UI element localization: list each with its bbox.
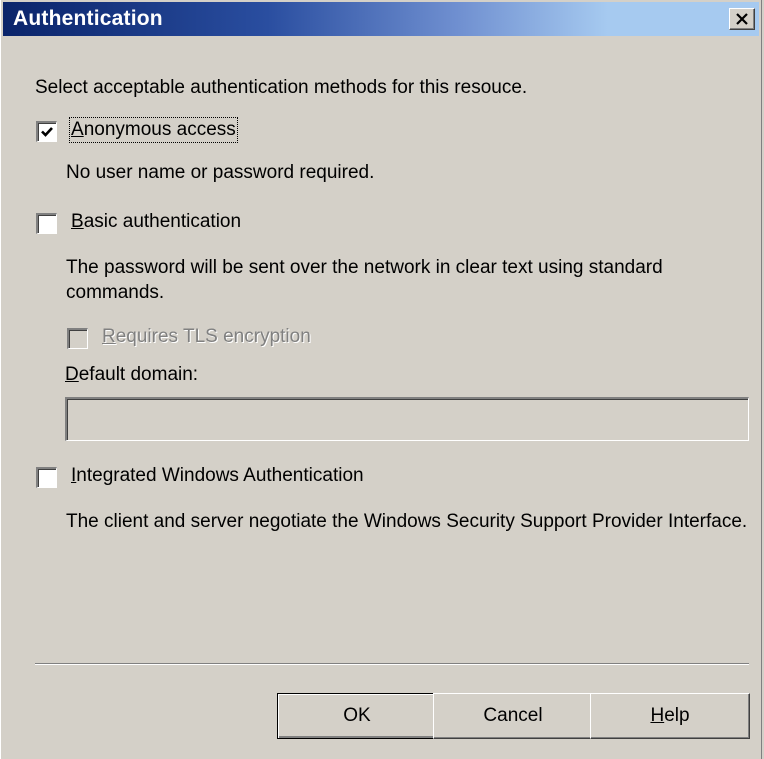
integrated-windows-auth-label[interactable]: Integrated Windows Authentication (71, 465, 364, 487)
anonymous-access-checkbox[interactable] (36, 121, 57, 142)
ok-button[interactable]: OK (277, 693, 437, 739)
window-title: Authentication (13, 7, 163, 30)
anonymous-access-label[interactable]: Anonymous access (69, 117, 238, 143)
help-button[interactable]: Help (590, 693, 750, 739)
checkmark-icon (41, 127, 53, 137)
authentication-dialog: Authentication Select acceptable authent… (0, 0, 762, 759)
default-domain-field[interactable] (65, 397, 749, 441)
integrated-windows-auth-checkbox[interactable] (36, 467, 57, 488)
instructions-text: Select acceptable authentication methods… (35, 77, 528, 98)
close-icon (736, 13, 748, 25)
requires-tls-label: Requires TLS encryption (102, 326, 311, 347)
title-bar[interactable]: Authentication (3, 2, 759, 36)
basic-authentication-checkbox[interactable] (36, 213, 57, 234)
default-domain-label: Default domain: (65, 364, 199, 385)
separator (35, 663, 749, 665)
integrated-windows-auth-description: The client and server negotiate the Wind… (66, 511, 748, 532)
requires-tls-checkbox[interactable] (67, 328, 88, 349)
basic-authentication-description: The password will be sent over the netwo… (66, 257, 663, 303)
basic-authentication-label[interactable]: Basic authentication (71, 211, 241, 233)
anonymous-access-description: No user name or password required. (66, 162, 375, 183)
cancel-button[interactable]: Cancel (433, 693, 593, 739)
close-button[interactable] (729, 8, 755, 30)
